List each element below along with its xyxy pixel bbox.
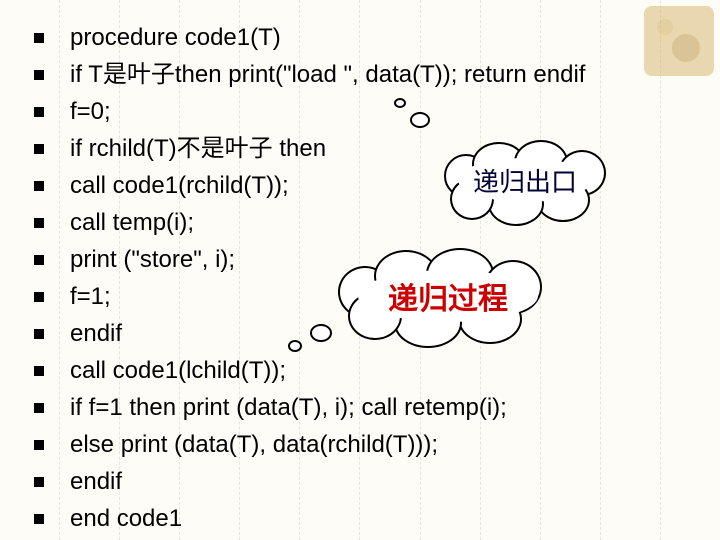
code-line: call code1(rchild(T)); <box>70 168 710 204</box>
code-line: call temp(i); <box>70 205 710 241</box>
callout-tail-icon <box>410 112 430 128</box>
code-line: if T是叶子then print("load ", data(T)); ret… <box>70 57 710 93</box>
callout-recursion-exit: 递归出口 <box>450 150 600 210</box>
callout-label: 递归出口 <box>458 158 592 202</box>
callout-recursion-process: 递归过程 <box>348 260 548 332</box>
bullet-icon <box>34 329 44 339</box>
code-line: call code1(lchild(T)); <box>70 353 710 389</box>
bullet-icon <box>34 292 44 302</box>
bullet-icon <box>34 181 44 191</box>
code-line: if f=1 then print (data(T), i); call ret… <box>70 390 710 426</box>
bullet-icon <box>34 144 44 154</box>
bullet-icon <box>34 477 44 487</box>
code-line: endif <box>70 464 710 500</box>
code-line: f=0; <box>70 94 710 130</box>
code-line: if rchild(T)不是叶子 then <box>70 131 710 167</box>
code-line: else print (data(T), data(rchild(T))); <box>70 427 710 463</box>
code-line: end code1 <box>70 501 710 537</box>
bullet-icon <box>34 255 44 265</box>
callout-tail-icon <box>394 98 406 108</box>
callout-tail-icon <box>288 340 302 352</box>
bullet-icon <box>34 33 44 43</box>
bullet-icon <box>34 440 44 450</box>
bullet-icon <box>34 70 44 80</box>
bullet-icon <box>34 218 44 228</box>
bullet-icon <box>34 403 44 413</box>
callout-tail-icon <box>310 324 332 342</box>
code-line: procedure code1(T) <box>70 20 710 56</box>
callout-label: 递归过程 <box>358 270 538 322</box>
bullet-icon <box>34 514 44 524</box>
bullet-icon <box>34 107 44 117</box>
bullet-icon <box>34 366 44 376</box>
